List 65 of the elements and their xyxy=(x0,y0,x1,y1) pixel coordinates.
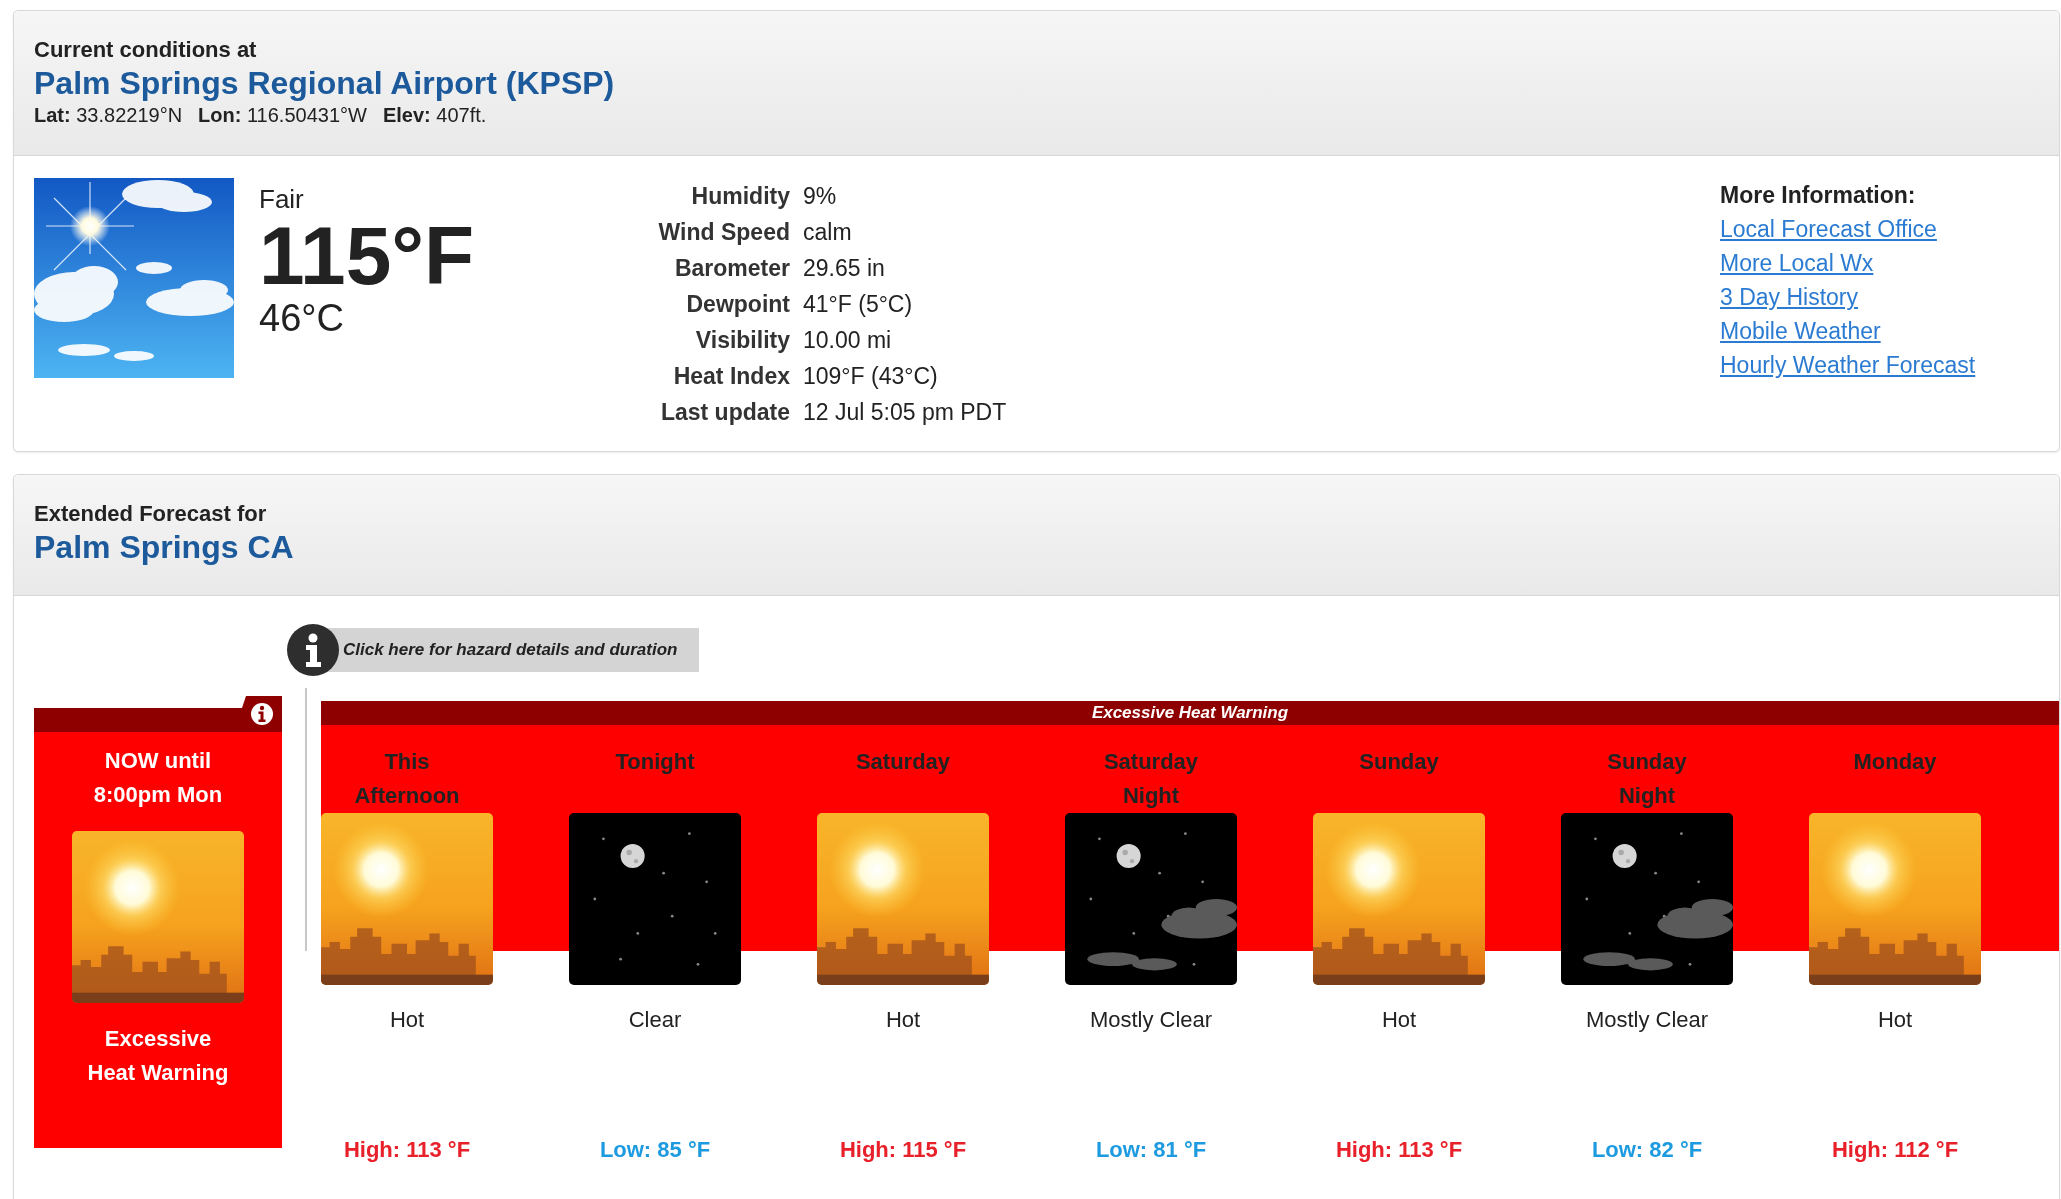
section-heading: Extended Forecast for xyxy=(34,501,268,527)
temperature-text: Low: 81 °F xyxy=(1095,1136,1207,1164)
detail-value: 9% xyxy=(803,182,837,211)
detail-label: Heat Index xyxy=(673,362,790,391)
hazard-details-link[interactable]: Click here for hazard details and duration xyxy=(287,624,700,676)
hazard-name: Excessive Heat Warning xyxy=(86,1025,230,1087)
info-link[interactable]: Mobile Weather xyxy=(1720,314,1881,348)
detail-label: Wind Speed xyxy=(658,218,790,247)
detail-value: 12 Jul 5:05 pm PDT xyxy=(803,398,1007,427)
coordinate-text: Elev: 407ft. xyxy=(382,103,487,127)
forecast-description: Hot xyxy=(1877,1006,1913,1034)
info-link[interactable]: 3 Day History xyxy=(1720,280,1859,314)
detail-value: calm xyxy=(803,218,852,247)
coordinate-text: Lat: 33.82219°N xyxy=(34,103,183,127)
forecast-description: Hot xyxy=(1381,1006,1417,1034)
period-name: Sunday Night xyxy=(1606,748,1688,810)
more-information-heading: More Information: xyxy=(1720,181,1916,210)
period-name: Sunday xyxy=(1359,748,1439,776)
period-name: Monday xyxy=(1853,748,1937,776)
period-name: Saturday xyxy=(855,748,951,776)
detail-value: 41°F (5°C) xyxy=(803,290,913,319)
period-name: Saturday Night xyxy=(1102,748,1200,810)
sun-skyline-icon xyxy=(1809,813,1981,985)
info-link[interactable]: Local Forecast Office xyxy=(1720,212,1937,246)
condition-text: Fair xyxy=(259,184,305,214)
temperature-text: Low: 85 °F xyxy=(599,1136,711,1164)
temperature-fahrenheit: 115°F xyxy=(259,214,476,298)
forecast-description: Mostly Clear xyxy=(1089,1006,1213,1034)
sun-skyline-icon xyxy=(321,813,493,985)
temperature-text: High: 113 °F xyxy=(343,1136,471,1164)
section-heading: Current conditions at xyxy=(34,37,258,63)
period-name: This Afternoon xyxy=(353,748,461,810)
temperature-text: Low: 82 °F xyxy=(1591,1136,1703,1164)
temperature-celsius: 46°C xyxy=(259,298,345,338)
detail-label: Humidity xyxy=(691,182,790,211)
forecast-description: Clear xyxy=(628,1006,682,1034)
temperature-text: High: 112 °F xyxy=(1831,1136,1959,1164)
forecast-description: Mostly Clear xyxy=(1585,1006,1709,1034)
moon-clouds-icon xyxy=(1561,813,1733,985)
moon-clouds-icon xyxy=(1065,813,1237,985)
detail-label: Barometer xyxy=(674,254,790,283)
detail-value: 29.65 in xyxy=(803,254,885,283)
sun-clouds-icon xyxy=(34,178,234,378)
moon-stars-icon xyxy=(569,813,741,985)
coordinate-text: Lon: 116.50431°W xyxy=(198,103,367,127)
detail-label: Dewpoint xyxy=(686,290,790,319)
hazard-period: NOW until 8:00pm Mon xyxy=(92,747,224,809)
detail-value: 109°F (43°C) xyxy=(803,362,938,391)
temperature-text: High: 113 °F xyxy=(1335,1136,1463,1164)
info-link[interactable]: More Local Wx xyxy=(1720,246,1874,280)
forecast-description: Hot xyxy=(389,1006,425,1034)
detail-value: 10.00 mi xyxy=(803,326,892,355)
info-link[interactable]: Hourly Weather Forecast xyxy=(1720,348,1976,382)
sun-skyline-icon xyxy=(72,831,244,1003)
station-name: Palm Springs Regional Airport (KPSP) xyxy=(34,64,616,103)
sun-skyline-icon xyxy=(1313,813,1485,985)
detail-label: Visibility xyxy=(695,326,790,355)
sun-skyline-icon xyxy=(817,813,989,985)
period-name: Tonight xyxy=(615,748,695,776)
location-name: Palm Springs CA xyxy=(34,528,295,567)
info-icon xyxy=(287,624,339,676)
temperature-text: High: 115 °F xyxy=(839,1136,967,1164)
forecast-description: Hot xyxy=(885,1006,921,1034)
detail-label: Last update xyxy=(660,398,790,427)
warning-banner: Excessive Heat Warning xyxy=(321,701,2059,725)
